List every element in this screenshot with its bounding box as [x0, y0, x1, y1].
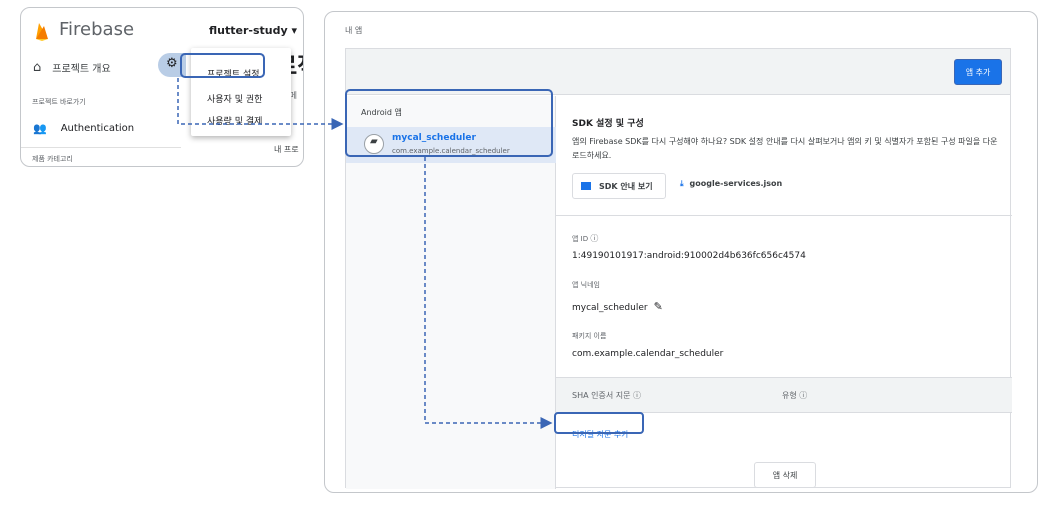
highlight-box: [554, 412, 644, 434]
section-title: 내 앱: [345, 26, 363, 35]
highlight-box: [345, 89, 553, 157]
sha-column-label: SHA 인증서 지문 ⓘ: [572, 391, 641, 400]
type-column-label: 유형 ⓘ: [782, 391, 808, 400]
sdk-description: 앱의 Firebase SDK를 다시 구성해야 하나요? SDK 설정 안내를…: [572, 137, 998, 160]
sdk-section-title: SDK 설정 및 구성: [572, 119, 644, 129]
nickname-label: 앱 닉네임: [572, 281, 600, 289]
background-text: 내 프로: [274, 145, 299, 154]
help-icon[interactable]: ⓘ: [590, 234, 598, 243]
divider: [21, 147, 181, 148]
menu-item-users-permissions[interactable]: 사용자 및 권한: [207, 92, 262, 105]
app-logo-text: Firebase: [59, 19, 135, 40]
app-id-value: 1:49190101917:android:910002d4b636fc656c…: [572, 251, 806, 261]
package-value: com.example.calendar_scheduler: [572, 349, 724, 359]
help-icon[interactable]: ⓘ: [633, 391, 641, 400]
add-app-button[interactable]: 앱 추가: [954, 59, 1002, 85]
people-icon: 👥: [33, 122, 47, 135]
button-label: SDK 안내 보기: [599, 181, 653, 191]
sha-table-header: SHA 인증서 지문 ⓘ 유형 ⓘ: [556, 377, 1012, 413]
nickname-value: mycal_scheduler ✎: [572, 300, 663, 313]
section-label: 제품 카테고리: [32, 155, 73, 163]
nav-label: 프로젝트 개요: [52, 64, 111, 75]
book-icon: [581, 182, 591, 190]
app-id-label: 앱 ID ⓘ: [572, 234, 599, 243]
firebase-console-panel: Firebase flutter-study ▾ ⌂ 프로젝트 개요 ⚙ 프로젝…: [20, 7, 304, 167]
package-label: 패키지 이름: [572, 332, 607, 340]
nav-label: Authentication: [60, 123, 135, 134]
menu-item-usage-billing[interactable]: 사용량 및 결제: [207, 114, 262, 127]
download-config-button[interactable]: ⤓ google-services.json: [680, 179, 782, 189]
sdk-guide-button[interactable]: SDK 안내 보기: [572, 173, 666, 199]
home-icon: ⌂: [33, 60, 42, 75]
help-icon[interactable]: ⓘ: [799, 391, 807, 400]
delete-app-button[interactable]: 앱 삭제: [754, 462, 816, 488]
nav-authentication[interactable]: 👥 Authentication: [33, 122, 134, 135]
pencil-icon[interactable]: ✎: [654, 300, 663, 313]
firebase-logo-icon: [36, 23, 48, 41]
highlight-box: [180, 53, 265, 78]
project-settings-panel: 내 앱 앱 추가 Android 앱 ▰ mycal_scheduler com…: [324, 11, 1038, 493]
nav-project-overview[interactable]: ⌂ 프로젝트 개요: [33, 60, 111, 75]
gear-icon: ⚙: [166, 56, 178, 71]
divider: [556, 215, 1012, 216]
download-icon: ⤓: [680, 179, 684, 188]
button-label: google-services.json: [689, 179, 783, 188]
project-selector[interactable]: flutter-study ▾: [209, 24, 297, 37]
section-label: 프로젝트 바로가기: [32, 98, 86, 106]
